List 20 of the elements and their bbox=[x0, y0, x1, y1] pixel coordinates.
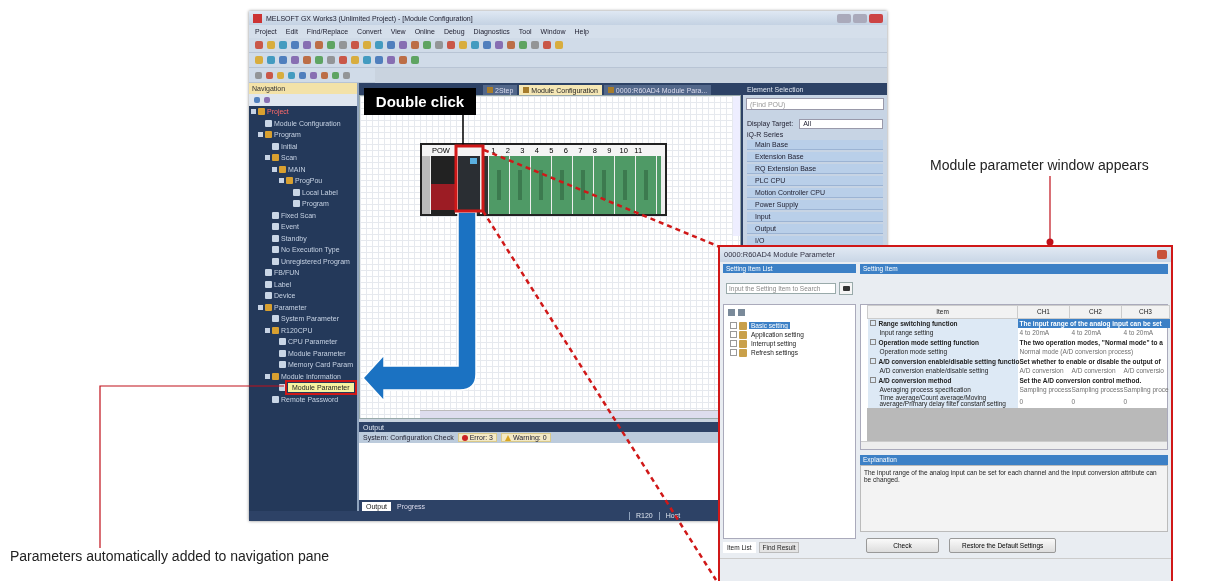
search-button[interactable] bbox=[839, 282, 853, 296]
collapse-icon[interactable] bbox=[251, 109, 256, 115]
collapse-icon[interactable] bbox=[258, 132, 263, 138]
collapse-icon[interactable] bbox=[265, 373, 270, 379]
callout-text: Module parameter window appears bbox=[930, 157, 1149, 173]
callout-text: Parameters automatically added to navigation pane bbox=[10, 548, 330, 564]
minimize-button[interactable] bbox=[837, 13, 851, 23]
leader-line bbox=[1046, 175, 1054, 246]
scrollbar[interactable] bbox=[733, 96, 740, 236]
collapse-icon[interactable] bbox=[265, 327, 270, 333]
maximize-button[interactable] bbox=[853, 13, 867, 23]
highlight-frame bbox=[454, 144, 485, 213]
collapse-icon[interactable] bbox=[258, 304, 263, 310]
close-button[interactable] bbox=[1157, 250, 1167, 259]
leader-line bbox=[462, 114, 464, 147]
close-button[interactable] bbox=[869, 13, 883, 23]
scrollbar[interactable] bbox=[861, 440, 1167, 449]
double-click-label: Double click bbox=[364, 88, 476, 115]
app-logo-icon bbox=[253, 13, 262, 23]
scrollbar[interactable] bbox=[420, 410, 720, 418]
